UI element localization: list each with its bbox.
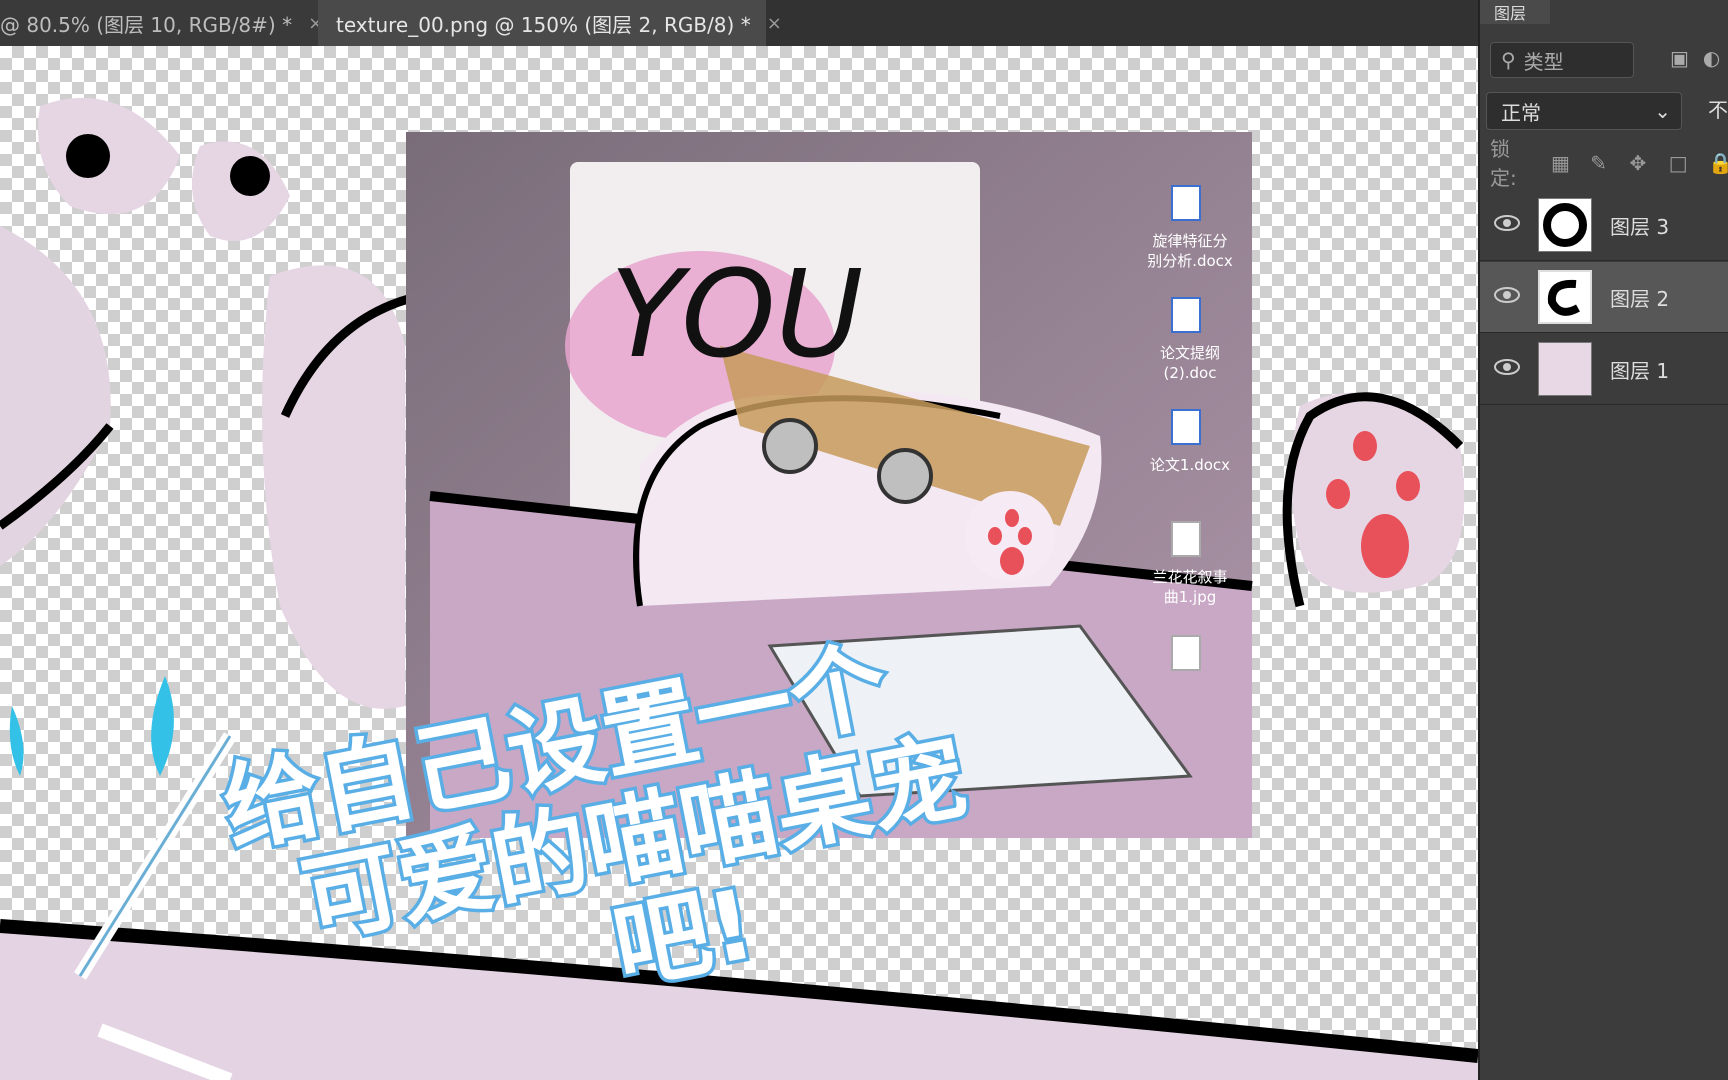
cat-paw-shape [262, 265, 405, 709]
word-doc-icon [1171, 297, 1201, 333]
visibility-eye-icon[interactable] [1494, 287, 1520, 307]
layer-thumbnail [1538, 342, 1592, 396]
lock-transparent-icon[interactable]: ▦ [1551, 151, 1570, 175]
blend-mode-value: 正常 [1501, 100, 1541, 125]
layer-thumbnail [1538, 198, 1592, 252]
tab-label: texture_00.png @ 150% (图层 2, RGB/8) * [336, 12, 751, 37]
close-icon[interactable]: × [767, 13, 782, 34]
tab-label: @ 80.5% (图层 10, RGB/8#) * [0, 12, 293, 37]
visibility-eye-icon[interactable] [1494, 215, 1520, 235]
layer-row-3[interactable]: 图层 3 [1480, 190, 1728, 261]
desktop-file-line: 旋律特征分 [1152, 232, 1227, 250]
filter-icons: ▣ ◐ [1670, 46, 1720, 70]
image-file-icon [1171, 521, 1201, 557]
layers-panel: 图层 ⚲ 类型 ▣ ◐ 正常 ⌄ 不 锁定: ▦ ✎ ✥ □ 🔒 图层 3 图层… [1478, 0, 1728, 1080]
artwork-you-text: YOU [610, 246, 863, 385]
layer-name: 图层 2 [1610, 286, 1670, 311]
tab-document-1[interactable]: @ 80.5% (图层 10, RGB/8#) * × [0, 0, 323, 46]
lock-artboard-icon[interactable]: □ [1669, 151, 1688, 175]
document-tab-bar: @ 80.5% (图层 10, RGB/8#) * × texture_00.p… [0, 0, 1478, 46]
chevron-down-icon: ⌄ [1654, 99, 1671, 123]
layer-row-1[interactable]: 图层 1 [1480, 334, 1728, 405]
lock-move-icon[interactable]: ✥ [1629, 151, 1648, 175]
panel-tab-layers[interactable]: 图层 [1480, 0, 1550, 24]
desktop-file-label: 论文1.docx [1150, 456, 1230, 474]
lock-all-icon[interactable]: 🔒 [1708, 151, 1728, 175]
layer-name: 图层 3 [1610, 214, 1670, 239]
layer-name: 图层 1 [1610, 358, 1670, 383]
layer-filter-select[interactable]: ⚲ 类型 [1490, 42, 1634, 78]
layer-row-2[interactable]: 图层 2 [1480, 262, 1728, 333]
search-icon: ⚲ [1501, 48, 1516, 72]
opacity-label: 不 [1708, 98, 1728, 122]
filter-placeholder: 类型 [1523, 49, 1564, 74]
adjustment-filter-icon[interactable]: ◐ [1703, 46, 1720, 70]
document-canvas[interactable]: YOU 旋律特征分别分析.docx 论文提纲(2).doc 论文1.docx 兰… [0, 46, 1478, 1080]
blend-mode-select[interactable]: 正常 ⌄ [1486, 92, 1682, 130]
canvas-artwork: YOU 旋律特征分别分析.docx 论文提纲(2).doc 论文1.docx 兰… [0, 97, 1478, 1080]
lock-brush-icon[interactable]: ✎ [1590, 151, 1609, 175]
lock-label: 锁定: [1490, 137, 1517, 190]
file-icon [1171, 635, 1201, 671]
cat-eye [230, 156, 270, 196]
layer-thumbnail [1538, 270, 1592, 324]
pasted-image-layer: YOU 旋律特征分别分析.docx 论文提纲(2).doc 论文1.docx 兰… [406, 132, 1253, 838]
lock-row: 锁定: ▦ ✎ ✥ □ 🔒 [1490, 137, 1728, 190]
tab-document-2[interactable]: texture_00.png @ 150% (图层 2, RGB/8) * × [318, 0, 782, 46]
cat-eye [66, 134, 110, 178]
image-filter-icon[interactable]: ▣ [1670, 46, 1689, 70]
word-doc-icon [1171, 409, 1201, 445]
visibility-eye-icon[interactable] [1494, 359, 1520, 379]
word-doc-icon [1171, 185, 1201, 221]
